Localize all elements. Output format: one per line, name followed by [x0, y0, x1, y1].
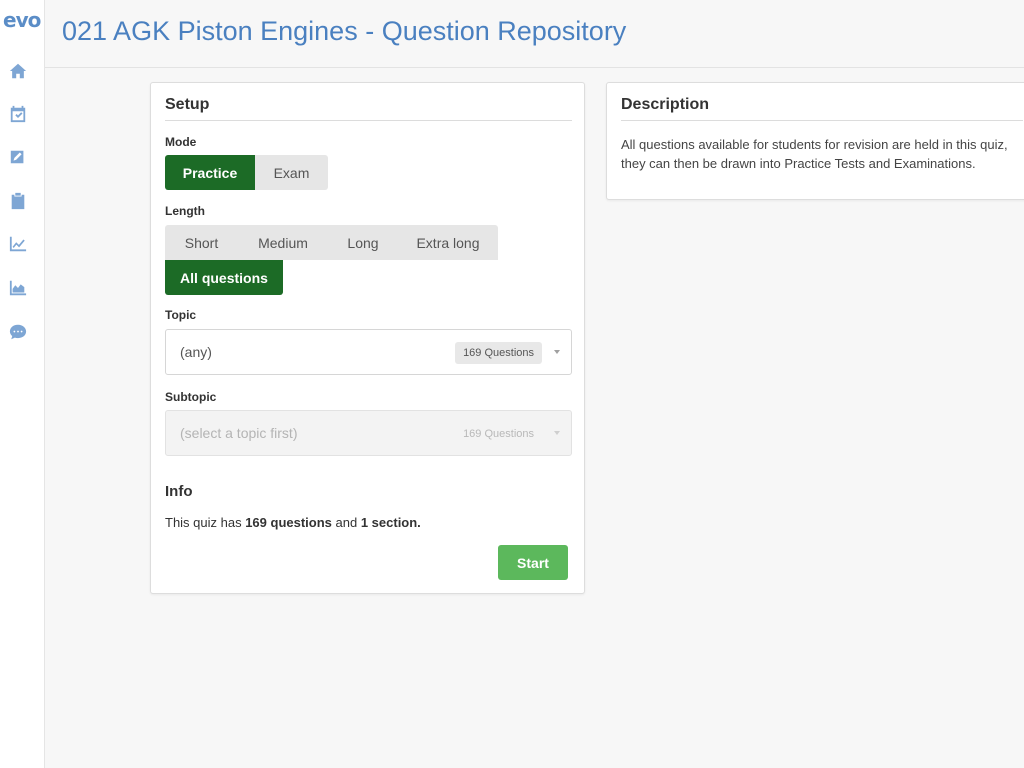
topic-label: Topic	[165, 308, 197, 322]
setup-title: Setup	[165, 96, 210, 113]
length-short-button[interactable]: Short	[165, 225, 238, 260]
clipboard-icon[interactable]	[8, 191, 28, 211]
subtopic-select: (select a topic first) 169 Questions	[165, 410, 572, 456]
chevron-down-icon	[554, 350, 560, 354]
topic-count-badge: 169 Questions	[455, 342, 542, 364]
home-icon[interactable]	[8, 61, 28, 81]
info-question-count: 169 questions	[245, 515, 332, 530]
length-all-questions-button[interactable]: All questions	[165, 260, 283, 295]
setup-panel: Setup Mode Practice Exam Length Short Me…	[150, 82, 585, 594]
sidebar: evo	[0, 0, 45, 768]
edit-square-icon[interactable]	[8, 147, 28, 167]
topic-select-value: (any)	[180, 344, 212, 360]
evo-logo[interactable]: evo	[3, 8, 41, 32]
info-middle: and	[331, 515, 361, 530]
info-section-count: 1 section.	[360, 515, 421, 530]
page-title: 021 AGK Piston Engines - Question Reposi…	[62, 16, 627, 46]
description-title: Description	[621, 96, 710, 113]
length-extra-long-button[interactable]: Extra long	[398, 225, 498, 260]
mode-exam-button[interactable]: Exam	[255, 155, 328, 190]
topic-select[interactable]: (any) 169 Questions	[165, 329, 572, 375]
setup-divider	[165, 120, 572, 121]
info-prefix: This quiz has	[165, 515, 246, 530]
subtopic-count-badge: 169 Questions	[463, 428, 534, 440]
page-header: 021 AGK Piston Engines - Question Reposi…	[45, 0, 1024, 68]
mode-label: Mode	[165, 135, 197, 149]
length-label: Length	[165, 204, 205, 218]
description-text: All questions available for students for…	[621, 137, 1008, 171]
length-medium-button[interactable]: Medium	[238, 225, 328, 260]
description-divider	[621, 120, 1023, 121]
calendar-check-icon[interactable]	[8, 104, 28, 124]
subtopic-select-value: (select a topic first)	[180, 425, 298, 441]
description-panel: Description All questions available for …	[606, 82, 1024, 200]
info-title: Info	[165, 483, 193, 500]
mode-practice-button[interactable]: Practice	[165, 155, 255, 190]
chevron-down-icon	[554, 431, 560, 435]
info-text: This quiz has 169 questions and 1 sectio…	[165, 515, 421, 530]
length-long-button[interactable]: Long	[328, 225, 398, 260]
line-chart-icon[interactable]	[8, 234, 28, 254]
start-button[interactable]: Start	[498, 545, 568, 580]
subtopic-label: Subtopic	[165, 390, 217, 404]
area-chart-icon[interactable]	[8, 278, 28, 298]
chat-icon[interactable]	[8, 322, 28, 342]
